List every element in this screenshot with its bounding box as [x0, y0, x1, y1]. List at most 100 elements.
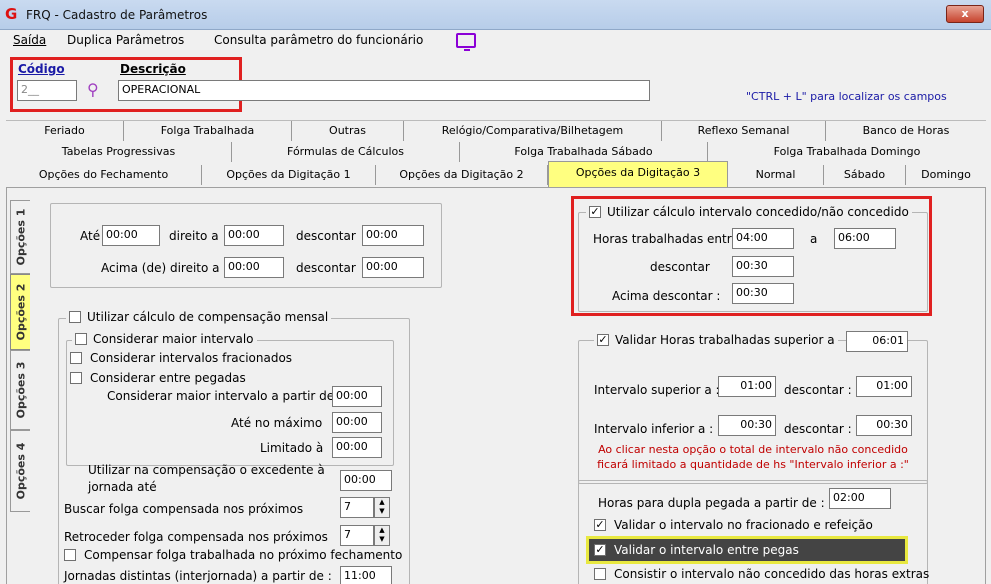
validar-pegas-label: Validar o intervalo entre pegas [614, 543, 799, 557]
direito-label: direito a [169, 229, 219, 243]
tab-banco-horas[interactable]: Banco de Horas [826, 121, 986, 141]
side-tab-opcoes-1[interactable]: Opções 1 [10, 200, 30, 274]
dupla-input[interactable]: 02:00 [829, 488, 891, 509]
int-inf-descontar-input[interactable]: 00:30 [856, 415, 912, 436]
validar-fracionado-checkbox[interactable]: ✓ [594, 519, 606, 531]
int-inf-descontar-label: descontar : [784, 422, 852, 436]
warning-line-2: ficará limitado a quantidade de hs "Inte… [597, 458, 909, 471]
tab-relogio[interactable]: Relógio/Comparativa/Bilhetagem [404, 121, 662, 141]
jornadas-input[interactable]: 11:00 [340, 566, 392, 584]
int-sup-label: Intervalo superior a : [594, 383, 720, 397]
buscar-input[interactable]: 7 [340, 497, 374, 518]
horas-entre-from-input[interactable]: 04:00 [732, 228, 794, 249]
a-label: a [810, 232, 818, 246]
monitor-icon[interactable] [456, 33, 476, 51]
maior-partir-label: Considerar maior intervalo a partir de [107, 389, 335, 403]
side-tab-opcoes-2[interactable]: Opções 2 [10, 274, 30, 350]
limitado-input[interactable]: 00:00 [332, 437, 382, 458]
descricao-label: Descrição [120, 62, 186, 76]
retroceder-spinner[interactable]: ▲ ▼ [374, 525, 390, 546]
tab-row-1: Feriado Folga Trabalhada Outras Relógio/… [6, 120, 986, 141]
tab-row-2: Tabelas Progressivas Fórmulas de Cálculo… [6, 142, 986, 162]
tab-opcoes-digitacao-2[interactable]: Opções da Digitação 2 [376, 165, 548, 185]
search-icon[interactable]: ⚲ [87, 80, 107, 100]
maior-intervalo-checkbox[interactable] [75, 333, 87, 345]
consistir-label: Consistir o intervalo não concedido das … [614, 567, 930, 581]
side-tab-label: Opções 3 [14, 361, 27, 419]
tab-folga-sabado[interactable]: Folga Trabalhada Sábado [460, 142, 708, 162]
excedente-label-1: Utilizar na compensação o excedente à [88, 463, 325, 477]
direito-input[interactable]: 00:00 [224, 225, 284, 246]
compensacao-checkbox[interactable] [69, 311, 81, 323]
concedido-legend: ✓ Utilizar cálculo intervalo concedido/n… [586, 205, 912, 219]
tab-sabado[interactable]: Sábado [824, 165, 906, 185]
validar-fracionado-label: Validar o intervalo no fracionado e refe… [614, 518, 873, 532]
tab-outras[interactable]: Outras [292, 121, 404, 141]
tab-opcoes-fechamento[interactable]: Opções do Fechamento [6, 165, 202, 185]
concedido-descontar-input[interactable]: 00:30 [732, 256, 794, 277]
validar-superior-legend: ✓ Validar Horas trabalhadas superior a [594, 333, 838, 347]
validar-pegas-checkbox[interactable]: ✓ [594, 544, 606, 556]
validar-superior-label: Validar Horas trabalhadas superior a [615, 333, 835, 347]
codigo-label: Código [18, 62, 65, 76]
codigo-input[interactable]: 2__ [17, 80, 77, 101]
retroceder-input[interactable]: 7 [340, 525, 374, 546]
jornadas-label: Jornadas distintas (interjornada) a part… [64, 569, 332, 583]
compensar-checkbox[interactable] [64, 549, 76, 561]
tab-opcoes-digitacao-3[interactable]: Opções da Digitação 3 [548, 161, 728, 187]
ate-input[interactable]: 00:00 [102, 225, 160, 246]
compensar-row: Compensar folga trabalhada no próximo fe… [64, 548, 402, 562]
tab-feriado[interactable]: Feriado [6, 121, 124, 141]
tab-reflexo-semanal[interactable]: Reflexo Semanal [662, 121, 826, 141]
int-inf-label: Intervalo inferior a : [594, 422, 714, 436]
acima-descontar-right-input[interactable]: 00:30 [732, 283, 794, 304]
dupla-label: Horas para dupla pegada a partir de : [598, 496, 825, 510]
compensar-label: Compensar folga trabalhada no próximo fe… [84, 548, 403, 562]
hint-text: "CTRL + L" para localizar os campos [746, 90, 947, 103]
menu-saida[interactable]: Saída [13, 33, 46, 47]
retroceder-label: Retroceder folga compensada nos próximos [64, 530, 328, 544]
menu-consulta[interactable]: Consulta parâmetro do funcionário [214, 33, 423, 47]
maior-partir-input[interactable]: 00:00 [332, 386, 382, 407]
buscar-spinner[interactable]: ▲ ▼ [374, 497, 390, 518]
consistir-row: Consistir o intervalo não concedido das … [594, 567, 929, 581]
descontar-input[interactable]: 00:00 [362, 225, 424, 246]
menu-duplica[interactable]: Duplica Parâmetros [67, 33, 184, 47]
tab-tabelas-progressivas[interactable]: Tabelas Progressivas [6, 142, 232, 162]
entre-pegadas-checkbox[interactable] [70, 372, 82, 384]
side-tab-label: Opções 4 [14, 442, 27, 500]
validar-fracionado-row: ✓ Validar o intervalo no fracionado e re… [594, 518, 873, 532]
compensacao-legend: Utilizar cálculo de compensação mensal [66, 310, 332, 324]
side-tab-opcoes-3[interactable]: Opções 3 [10, 350, 30, 430]
acima-direito-input[interactable]: 00:00 [224, 257, 284, 278]
int-sup-input[interactable]: 01:00 [718, 376, 776, 397]
horas-entre-to-input[interactable]: 06:00 [834, 228, 896, 249]
fracionados-checkbox[interactable] [70, 352, 82, 364]
title-bar: G FRQ - Cadastro de Parâmetros x [0, 0, 991, 30]
validar-superior-checkbox[interactable]: ✓ [597, 334, 609, 346]
excedente-input[interactable]: 00:00 [340, 470, 392, 491]
acima-descontar-input[interactable]: 00:00 [362, 257, 424, 278]
ate-label: Até [80, 229, 101, 243]
descricao-input[interactable]: OPERACIONAL [118, 80, 650, 101]
close-button[interactable]: x [946, 5, 984, 23]
excedente-label-2: jornada até [88, 480, 157, 494]
tab-normal[interactable]: Normal [728, 165, 824, 185]
acima-descontar-label: descontar [296, 261, 356, 275]
limitado-label: Limitado à [260, 441, 324, 455]
concedido-checkbox[interactable]: ✓ [589, 206, 601, 218]
int-sup-descontar-input[interactable]: 01:00 [856, 376, 912, 397]
concedido-label: Utilizar cálculo intervalo concedido/não… [607, 205, 909, 219]
consistir-checkbox[interactable] [594, 568, 606, 580]
ate-maximo-input[interactable]: 00:00 [332, 412, 382, 433]
tab-folga-trabalhada[interactable]: Folga Trabalhada [124, 121, 292, 141]
validar-superior-input[interactable]: 06:01 [846, 331, 908, 352]
side-tab-opcoes-4[interactable]: Opções 4 [10, 430, 30, 512]
acima-descontar-right-label: Acima descontar : [612, 289, 721, 303]
tab-opcoes-digitacao-1[interactable]: Opções da Digitação 1 [202, 165, 376, 185]
int-inf-input[interactable]: 00:30 [718, 415, 776, 436]
maior-intervalo-label: Considerar maior intervalo [93, 332, 254, 346]
tab-folga-domingo[interactable]: Folga Trabalhada Domingo [708, 142, 986, 162]
tab-domingo[interactable]: Domingo [906, 165, 986, 185]
tab-formulas[interactable]: Fórmulas de Cálculos [232, 142, 460, 162]
